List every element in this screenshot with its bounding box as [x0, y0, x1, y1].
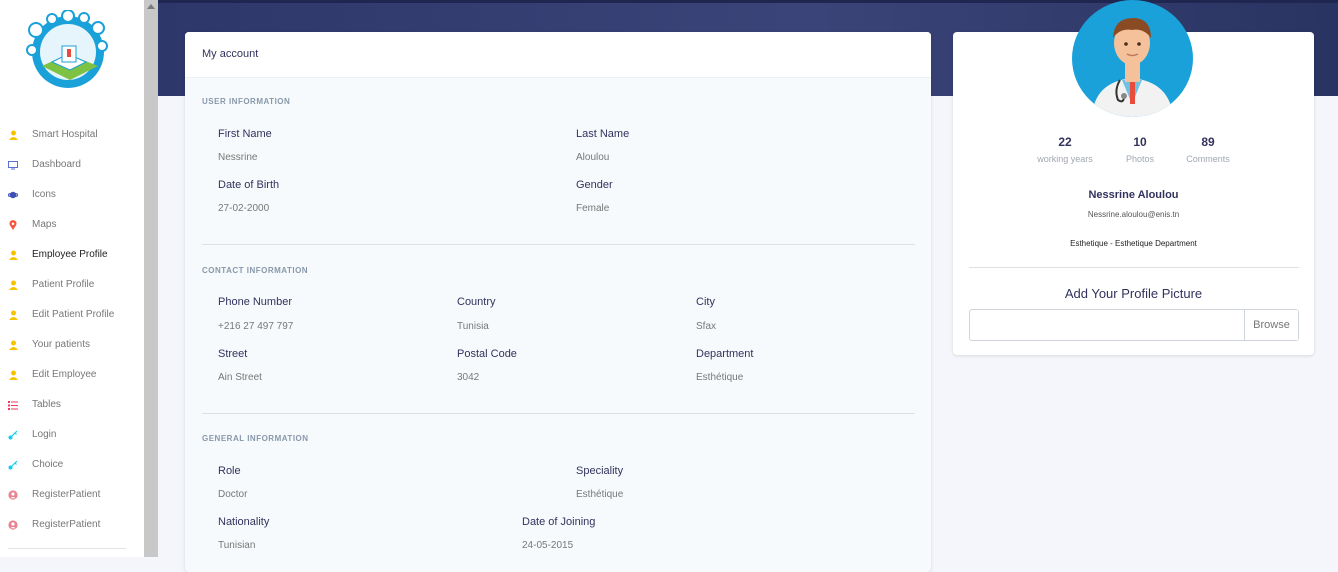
gender-label: Gender — [576, 179, 613, 191]
nationality-label: Nationality — [218, 516, 270, 528]
sidebar-item-dashboard[interactable]: Dashboard — [0, 150, 144, 180]
sidebar-item-label: Edit Patient Profile — [32, 309, 115, 320]
city-label: City — [696, 296, 715, 308]
sidebar-item-maps[interactable]: Maps — [0, 210, 144, 240]
pin-icon — [8, 220, 18, 230]
sidebar-item-patient-profile[interactable]: Patient Profile — [0, 270, 144, 300]
department-value: Esthétique — [696, 372, 744, 383]
browse-button[interactable]: Browse — [1244, 310, 1298, 340]
upload-picture-title: Add Your Profile Picture — [1064, 286, 1203, 301]
sidebar-item-registerpatient[interactable]: RegisterPatient — [0, 510, 144, 540]
stat-comments-value: 89 — [1201, 135, 1215, 149]
sidebar-item-employee-profile[interactable]: Employee Profile — [0, 240, 144, 270]
first-name-value: Nessrine — [218, 152, 258, 163]
person-icon — [8, 370, 18, 380]
doctor-avatar — [1072, 0, 1193, 117]
sidebar-item-label: Employee Profile — [32, 249, 108, 260]
sidebar-nav: Smart Hospital Dashboard Icons Maps Employee… — [0, 120, 144, 540]
account-card-title: My account — [202, 48, 259, 60]
profile-name: Nessrine Aloulou — [1088, 189, 1179, 201]
profile-divider — [969, 267, 1299, 268]
list-icon — [8, 400, 18, 410]
sidebar-item-label: Patient Profile — [32, 279, 95, 290]
department-label: Department — [696, 348, 754, 360]
sidebar-item-label: Login — [32, 429, 57, 440]
joining-date-value: 24-05-2015 — [522, 540, 574, 551]
sidebar-item-icons[interactable]: Icons — [0, 180, 144, 210]
speciality-value: Esthétique — [576, 489, 624, 500]
sidebar-item-label: Maps — [32, 219, 57, 230]
person-icon — [8, 250, 18, 260]
profile-email: Nessrine.aloulou@enis.tn — [1087, 210, 1180, 219]
section-divider — [202, 413, 915, 414]
street-value: Ain Street — [218, 372, 262, 383]
country-label: Country — [457, 296, 496, 308]
user-circle-icon — [8, 520, 18, 530]
postal-code-label: Postal Code — [457, 348, 517, 360]
sidebar-item-label: Icons — [32, 189, 56, 200]
user-circle-icon — [8, 490, 18, 500]
profile-picture-file-input[interactable]: Browse — [969, 309, 1299, 341]
sidebar-item-edit-patient-profile[interactable]: Edit Patient Profile — [0, 300, 144, 330]
sidebar-item-registerpatient[interactable]: RegisterPatient — [0, 480, 144, 510]
country-value: Tunisia — [457, 321, 489, 332]
sidebar-item-your-patients[interactable]: Your patients — [0, 330, 144, 360]
planet-icon — [8, 190, 18, 200]
account-card: My account USER INFORMATION First Name N… — [185, 32, 931, 572]
last-name-label: Last Name — [576, 128, 630, 140]
sidebar-item-label: Your patients — [32, 339, 91, 350]
key-icon — [8, 430, 18, 440]
key-icon — [8, 460, 18, 470]
person-icon — [8, 130, 18, 140]
nationality-value: Tunisian — [218, 540, 256, 551]
stat-working-years-label: working years — [1037, 154, 1093, 164]
phone-value: +216 27 497 797 — [218, 321, 294, 332]
speciality-label: Speciality — [576, 465, 624, 477]
sidebar-item-choice[interactable]: Choice — [0, 450, 144, 480]
sidebar-divider — [8, 548, 126, 549]
role-value: Doctor — [218, 489, 248, 500]
sidebar: Smart Hospital Dashboard Icons Maps Employee… — [0, 0, 145, 557]
sidebar-item-label: Edit Employee — [32, 369, 97, 380]
person-icon — [8, 340, 18, 350]
stat-working-years-value: 22 — [1058, 135, 1072, 149]
section-divider — [202, 244, 915, 245]
sidebar-scrollbar[interactable] — [144, 0, 158, 557]
gender-value: Female — [576, 203, 610, 214]
street-label: Street — [218, 348, 248, 360]
role-label: Role — [218, 465, 241, 477]
stat-comments-label: Comments — [1186, 154, 1230, 164]
dob-label: Date of Birth — [218, 179, 280, 191]
person-icon — [8, 310, 18, 320]
contact-information-title: CONTACT INFORMATION — [202, 266, 309, 275]
general-information-title: GENERAL INFORMATION — [202, 434, 309, 443]
monitor-icon — [8, 160, 18, 170]
sidebar-item-label: RegisterPatient — [32, 489, 101, 500]
user-information-title: USER INFORMATION — [202, 97, 291, 106]
dob-value: 27-02-2000 — [218, 203, 270, 214]
profile-department: Esthetique - Esthetique Department — [1070, 239, 1197, 248]
sidebar-item-label: Choice — [32, 459, 64, 470]
scroll-up-arrow-icon[interactable] — [147, 4, 155, 9]
sidebar-item-edit-employee[interactable]: Edit Employee — [0, 360, 144, 390]
sidebar-item-label: Dashboard — [32, 159, 81, 170]
sidebar-item-label: Smart Hospital — [32, 129, 98, 140]
last-name-value: Aloulou — [576, 152, 610, 163]
city-value: Sfax — [696, 321, 717, 332]
hospital-logo — [26, 10, 108, 88]
sidebar-item-smart-hospital[interactable]: Smart Hospital — [0, 120, 144, 150]
sidebar-item-label: RegisterPatient — [32, 519, 101, 530]
phone-label: Phone Number — [218, 296, 292, 308]
account-card-header: My account — [185, 32, 931, 78]
sidebar-item-label: Tables — [32, 399, 61, 410]
sidebar-item-login[interactable]: Login — [0, 420, 144, 450]
doctor-illustration-icon — [1092, 18, 1173, 117]
person-icon — [8, 280, 18, 290]
first-name-label: First Name — [218, 128, 272, 140]
postal-code-value: 3042 — [457, 372, 480, 383]
joining-date-label: Date of Joining — [522, 516, 596, 528]
sidebar-item-tables[interactable]: Tables — [0, 390, 144, 420]
